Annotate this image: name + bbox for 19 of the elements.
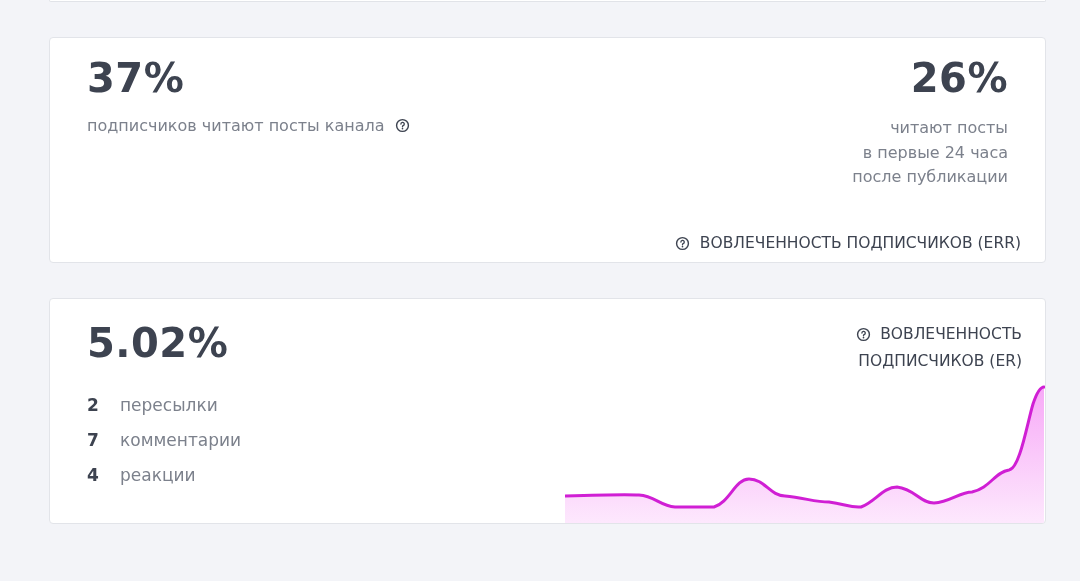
- metric-label: ВОВЛЕЧЕННОСТЬ ПОДПИСЧИКОВ (ERR): [699, 234, 1021, 252]
- day-caption-line: читают посты: [890, 117, 1008, 139]
- metric-label: ВОВЛЕЧЕННОСТЬ: [880, 324, 1022, 345]
- stat-label: пересылки: [120, 395, 218, 415]
- reach-percent: 37%: [87, 54, 186, 102]
- day-caption-line: после публикации: [852, 166, 1008, 188]
- help-icon[interactable]: [856, 327, 872, 342]
- day-percent: 26%: [910, 54, 1008, 102]
- help-icon[interactable]: [674, 235, 690, 251]
- metric-label: ПОДПИСЧИКОВ (ER): [858, 351, 1022, 372]
- stat-label: реакции: [120, 465, 196, 485]
- er-percent: 5.02%: [87, 319, 230, 367]
- day-caption-line: в первые 24 часа: [862, 141, 1008, 164]
- stat-count: 4: [87, 465, 100, 485]
- stat-label: комментарии: [120, 430, 242, 450]
- stat-count: 7: [87, 430, 100, 450]
- reach-caption: подписчиков читают посты канала: [87, 116, 385, 135]
- help-icon[interactable]: [394, 118, 410, 133]
- stat-count: 2: [87, 395, 100, 415]
